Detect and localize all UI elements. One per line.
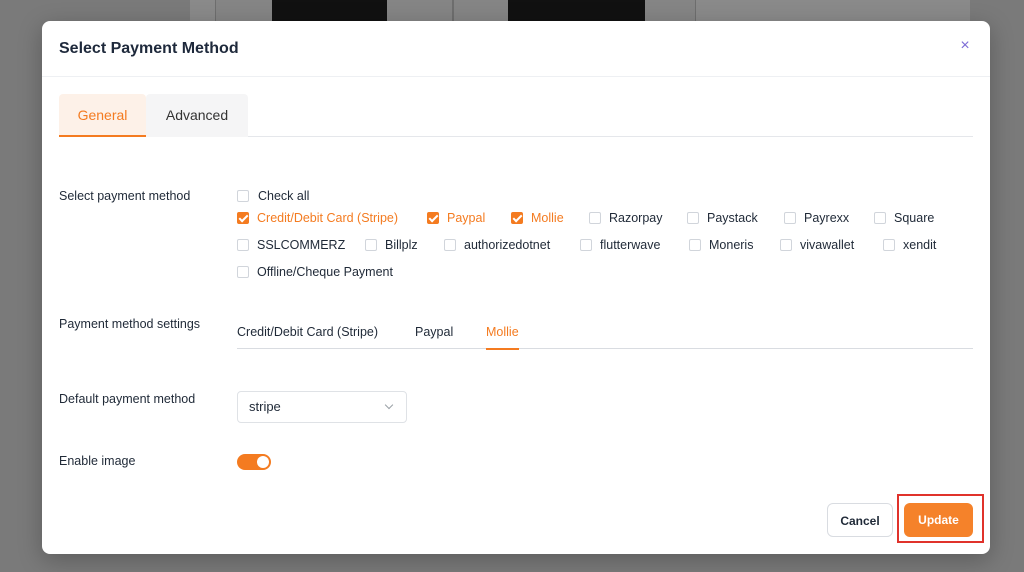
checkbox-box bbox=[589, 212, 601, 224]
checkbox-label: Offline/Cheque Payment bbox=[257, 265, 393, 279]
checkbox-check-all[interactable]: Check all bbox=[237, 188, 309, 204]
default-method-select[interactable]: stripe bbox=[237, 391, 407, 423]
settings-tab-paypal[interactable]: Paypal bbox=[415, 325, 453, 348]
checkbox-moneris[interactable]: Moneris bbox=[689, 237, 753, 253]
tab-advanced[interactable]: Advanced bbox=[146, 94, 248, 137]
checkbox-box bbox=[427, 212, 439, 224]
checkbox-sslcommerz[interactable]: SSLCOMMERZ bbox=[237, 237, 345, 253]
checkbox-mollie[interactable]: Mollie bbox=[511, 210, 564, 226]
settings-tab-stripe[interactable]: Credit/Debit Card (Stripe) bbox=[237, 325, 378, 348]
checkbox-credit-debit-card-stripe[interactable]: Credit/Debit Card (Stripe) bbox=[237, 210, 398, 226]
checkbox-label: authorizedotnet bbox=[464, 238, 551, 252]
checkbox-payrexx[interactable]: Payrexx bbox=[784, 210, 849, 226]
modal-tabs: General Advanced bbox=[59, 94, 973, 137]
checkbox-billplz[interactable]: Billplz bbox=[365, 237, 418, 253]
checkbox-authorizedotnet[interactable]: authorizedotnet bbox=[444, 237, 550, 253]
checkbox-label: flutterwave bbox=[600, 238, 661, 252]
checkbox-box bbox=[237, 212, 249, 224]
checkbox-box bbox=[883, 239, 895, 251]
checkbox-box bbox=[365, 239, 377, 251]
settings-tab-mollie[interactable]: Mollie bbox=[486, 325, 519, 350]
payment-method-modal: Select Payment Method × General Advanced… bbox=[42, 21, 990, 554]
checkbox-box bbox=[237, 190, 249, 202]
checkbox-label: Square bbox=[894, 211, 935, 225]
checkbox-label: xendit bbox=[903, 238, 937, 252]
checkbox-label: Paystack bbox=[707, 211, 758, 225]
default-method-label: Default payment method bbox=[59, 392, 196, 406]
enable-image-toggle[interactable] bbox=[237, 454, 271, 470]
checkbox-box bbox=[780, 239, 792, 251]
background-product-image bbox=[508, 0, 645, 22]
checkbox-label: Razorpay bbox=[609, 211, 663, 225]
checkbox-label: Paypal bbox=[447, 211, 486, 225]
checkbox-paystack[interactable]: Paystack bbox=[687, 210, 758, 226]
enable-image-label: Enable image bbox=[59, 454, 136, 468]
modal-title: Select Payment Method bbox=[59, 40, 239, 57]
payment-method-label: Select payment method bbox=[59, 189, 191, 203]
checkbox-label: SSLCOMMERZ bbox=[257, 238, 346, 252]
checkbox-razorpay[interactable]: Razorpay bbox=[589, 210, 663, 226]
select-value: stripe bbox=[249, 399, 281, 414]
checkbox-label: Moneris bbox=[709, 238, 754, 252]
settings-label: Payment method settings bbox=[59, 317, 201, 331]
highlight-box bbox=[897, 494, 984, 543]
checkbox-box bbox=[784, 212, 796, 224]
checkbox-square[interactable]: Square bbox=[874, 210, 934, 226]
checkbox-offline-cheque-payment[interactable]: Offline/Cheque Payment bbox=[237, 264, 393, 280]
checkbox-label: Credit/Debit Card (Stripe) bbox=[257, 211, 399, 225]
chevron-down-icon bbox=[384, 400, 394, 410]
cancel-button[interactable]: Cancel bbox=[827, 503, 893, 537]
tab-general[interactable]: General bbox=[59, 94, 146, 137]
checkbox-box bbox=[687, 212, 699, 224]
checkbox-label: Check all bbox=[258, 189, 310, 203]
checkbox-label: Billplz bbox=[385, 238, 418, 252]
checkbox-box bbox=[511, 212, 523, 224]
checkbox-box bbox=[580, 239, 592, 251]
background-product-image bbox=[272, 0, 387, 22]
checkbox-label: Mollie bbox=[531, 211, 564, 225]
close-icon[interactable]: × bbox=[956, 37, 974, 55]
checkbox-box bbox=[237, 266, 249, 278]
checkbox-box bbox=[874, 212, 886, 224]
checkbox-box bbox=[237, 239, 249, 251]
settings-tabs: Credit/Debit Card (Stripe) Paypal Mollie bbox=[237, 315, 973, 350]
checkbox-label: Payrexx bbox=[804, 211, 850, 225]
toggle-knob bbox=[257, 456, 269, 468]
checkbox-box bbox=[444, 239, 456, 251]
checkbox-paypal[interactable]: Paypal bbox=[427, 210, 485, 226]
modal-header: Select Payment Method × bbox=[42, 21, 990, 77]
checkbox-xendit[interactable]: xendit bbox=[883, 237, 936, 253]
checkbox-flutterwave[interactable]: flutterwave bbox=[580, 237, 660, 253]
checkbox-label: vivawallet bbox=[800, 238, 855, 252]
checkbox-box bbox=[689, 239, 701, 251]
checkbox-vivawallet[interactable]: vivawallet bbox=[780, 237, 854, 253]
